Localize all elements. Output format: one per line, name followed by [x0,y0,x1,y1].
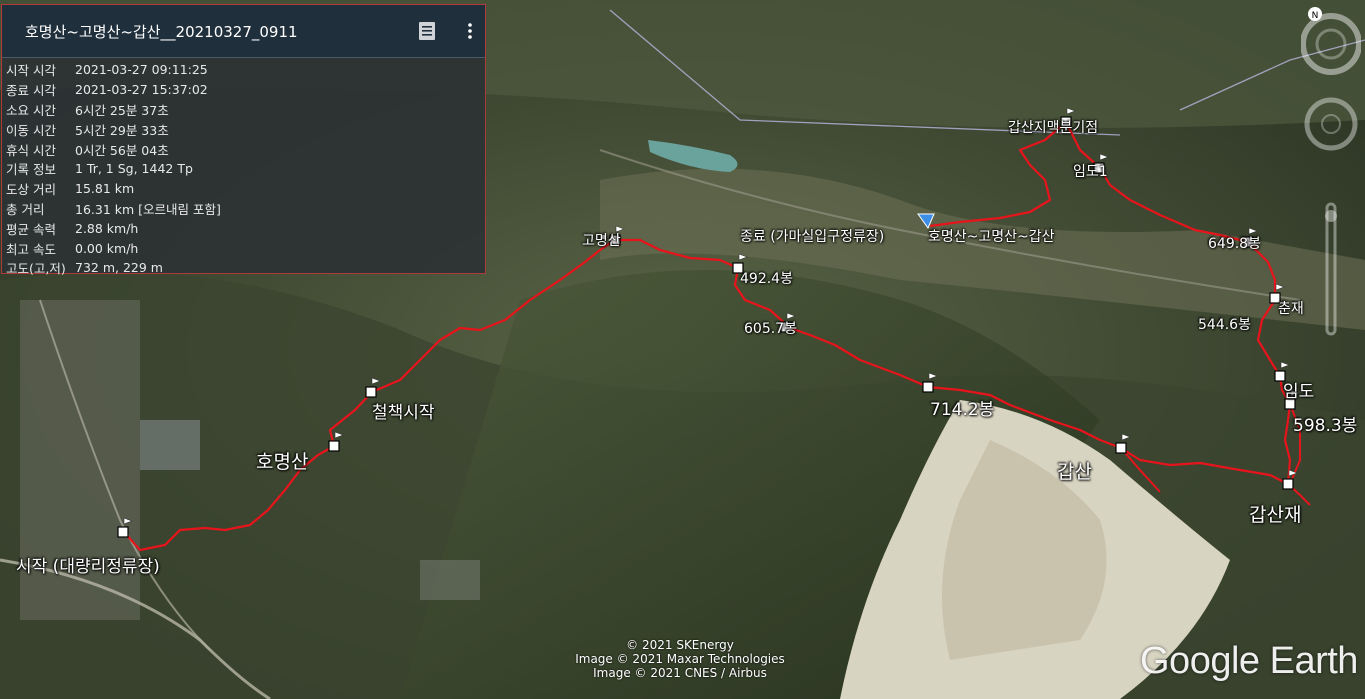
label-gomyeongsan: 고명산 [582,233,621,249]
info-row-end-time: 종료 시각 2021-03-27 15:37:02 [6,82,208,99]
navigation-control[interactable]: N [1301,4,1361,344]
label-gapsanjae: 갑산재 [1249,504,1302,526]
label-imdo1: 임도1 [1073,164,1108,180]
compass-n: N [1312,11,1319,21]
info-row-elevation: 고도(고,저) 732 m, 229 m [6,260,163,277]
label-5446: 544.6봉 [1198,317,1251,333]
info-row-duration: 소요 시간 6시간 25분 37초 [6,102,169,118]
label-homyeongsan: 호명산 [256,451,309,473]
label-start: 시작 (대량리정류장) [16,557,160,577]
label-4924: 492.4봉 [740,271,793,287]
panel-rows: 시작 시각 2021-03-27 09:11:25 종료 시각 2021-03-27… [2,58,485,278]
google-earth-logo: Google Earth [1140,640,1358,682]
waypoint-gapsan [1115,442,1127,454]
waypoint-7142 [922,381,934,393]
info-row-start-time: 시작 시각 2021-03-27 09:11:25 [6,62,208,79]
info-row-total-distance: 총 거리 16.31 km [오르내림 포함] [6,201,221,217]
label-gapsan-branch: 갑산지맥분기점 [1008,120,1099,136]
waypoint-start [117,526,129,538]
label-6498: 649.8봉 [1208,236,1261,252]
list-icon[interactable] [417,21,437,41]
info-row-map-distance: 도상 거리 15.81 km [6,181,135,198]
label-7142: 714.2봉 [930,400,995,420]
panel-header: 호명산~고명산~갑산__20210327_0911 [2,5,485,58]
label-end: 종료 (가마실입구정류장) [740,229,885,245]
label-5983: 598.3봉 [1293,416,1358,436]
info-row-moving-time: 이동 시간 5시간 29분 33초 [6,122,169,138]
label-imdo: 임도 [1283,382,1315,402]
track-info-panel: 호명산~고명산~갑산__20210327_0911 시작 시각 2021-03-2… [1,4,486,276]
more-vert-icon[interactable] [460,21,480,41]
info-row-record: 기록 정보 1 Tr, 1 Sg, 1442 Tp [6,161,193,178]
panel-title: 호명산~고명산~갑산__20210327_0911 [25,23,298,41]
waypoint-chulchaek [365,386,377,398]
info-row-avg-speed: 평균 속력 2.88 km/h [6,220,139,237]
waypoint-gapsanjae [1282,478,1294,490]
info-row-max-speed: 최고 속도 0.00 km/h [6,240,139,257]
label-track-name: 호명산~고명산~갑산 [928,229,1055,245]
label-gapsan: 갑산 [1057,461,1092,483]
copyright: © 2021 SKEnergy Image © 2021 Maxar Techn… [575,638,785,680]
waypoint-homyeongsan [328,440,340,452]
label-6057: 605.7봉 [744,321,797,337]
info-row-rest-time: 휴식 시간 0시간 56분 04초 [6,142,169,158]
label-chunjae: 춘재 [1278,301,1304,317]
label-chulchaek: 철책시작 [372,403,435,423]
